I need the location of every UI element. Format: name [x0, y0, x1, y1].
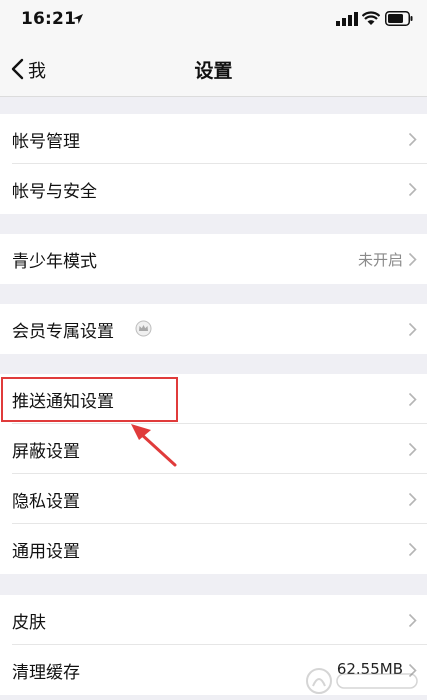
wifi-icon [362, 11, 380, 25]
settings-row-member-settings[interactable]: 会员专属设置 [0, 304, 427, 354]
row-label: 屏蔽设置 [12, 442, 80, 462]
settings-row-privacy[interactable]: 隐私设置 [0, 474, 427, 524]
settings-row-account-security[interactable]: 帐号与安全 [0, 164, 427, 214]
settings-group-storage: 皮肤 清理缓存 62.55MB [0, 595, 427, 695]
settings-row-push-notifications[interactable]: 推送通知设置 [0, 374, 427, 424]
row-label: 清理缓存 [12, 663, 80, 683]
settings-row-skin[interactable]: 皮肤 [0, 595, 427, 645]
settings-group-member: 会员专属设置 [0, 304, 427, 354]
row-label: 青少年模式 [12, 252, 97, 272]
chevron-right-icon [408, 132, 417, 147]
settings-row-clear-cache[interactable]: 清理缓存 62.55MB [0, 645, 427, 695]
settings-row-account-management[interactable]: 帐号管理 [0, 114, 427, 164]
chevron-right-icon [408, 542, 417, 557]
status-bar: 16:21 [0, 0, 427, 40]
row-label: 帐号与安全 [12, 182, 97, 202]
row-label: 通用设置 [12, 542, 80, 562]
nav-bar: 我 设置 [0, 40, 427, 97]
chevron-right-icon [408, 322, 417, 337]
chevron-right-icon [408, 182, 417, 197]
cellular-signal-icon [336, 12, 358, 26]
row-label: 隐私设置 [12, 492, 80, 512]
settings-row-youth-mode[interactable]: 青少年模式 未开启 [0, 234, 427, 284]
row-label: 会员专属设置 [12, 322, 114, 342]
location-arrow-icon [73, 14, 83, 24]
chevron-right-icon [408, 663, 417, 678]
settings-group-account: 帐号管理 帐号与安全 [0, 114, 427, 214]
status-time: 16:21 [21, 9, 77, 29]
chevron-right-icon [408, 442, 417, 457]
settings-group-general: 推送通知设置 屏蔽设置 隐私设置 通用设置 [0, 374, 427, 574]
row-label: 皮肤 [12, 613, 46, 633]
chevron-right-icon [408, 392, 417, 407]
chevron-right-icon [408, 252, 417, 267]
settings-row-general[interactable]: 通用设置 [0, 524, 427, 574]
cache-size: 62.55MB [336, 660, 403, 678]
settings-row-block-settings[interactable]: 屏蔽设置 [0, 424, 427, 474]
chevron-right-icon [408, 613, 417, 628]
battery-icon [385, 11, 413, 26]
row-label: 帐号管理 [12, 132, 80, 152]
page-title: 设置 [194, 60, 233, 82]
row-label: 推送通知设置 [12, 392, 114, 412]
settings-group-youth: 青少年模式 未开启 [0, 234, 427, 284]
crown-icon [135, 320, 152, 337]
chevron-right-icon [408, 492, 417, 507]
youth-mode-status: 未开启 [357, 251, 403, 269]
